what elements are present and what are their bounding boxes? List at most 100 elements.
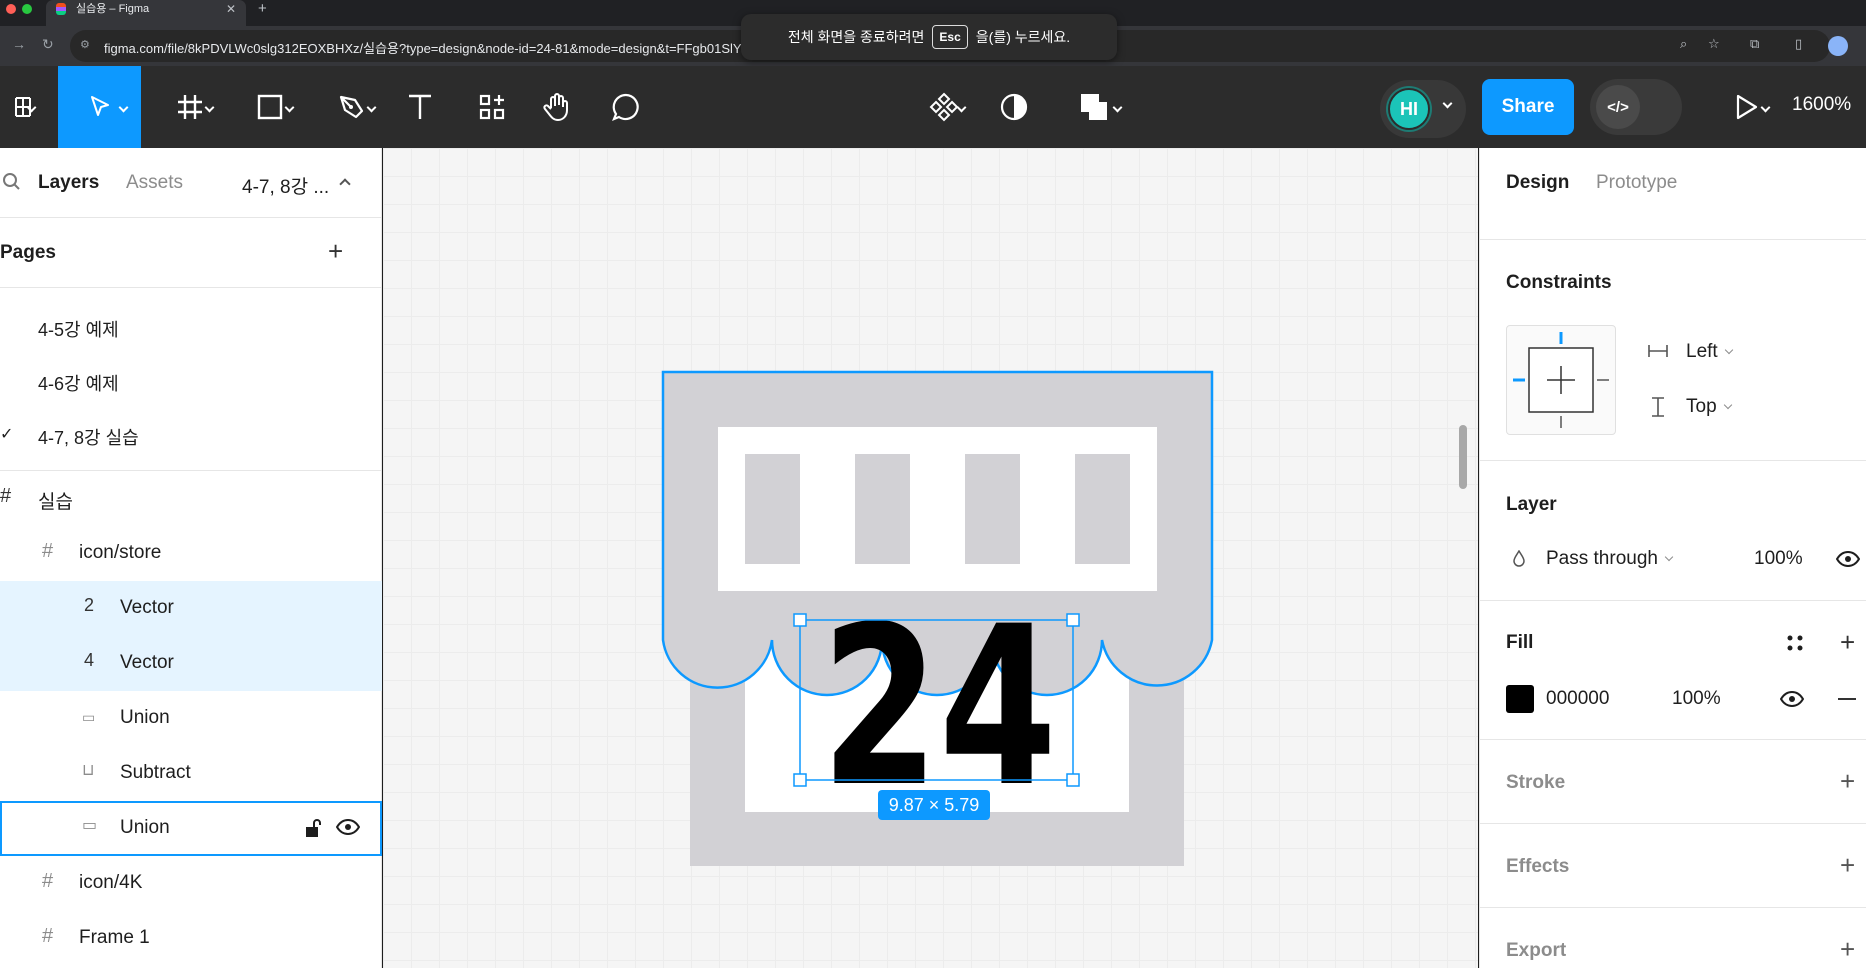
fill-opacity-input[interactable]: 100% (1672, 688, 1721, 710)
extensions-icon[interactable]: ⧉ (1750, 36, 1759, 52)
resize-handle[interactable] (1066, 773, 1080, 787)
panel-tabs: Layers Assets 4-7, 8강 ... (0, 148, 382, 218)
layer-label: Union (120, 817, 170, 838)
add-page-icon[interactable]: + (328, 238, 343, 264)
vertical-constraint-select[interactable]: Top (1686, 396, 1732, 418)
hand-tool-button[interactable] (540, 66, 576, 148)
sign-slot-shape (1075, 454, 1130, 564)
sign-slot-shape (745, 454, 800, 564)
vector-4-icon: 4 (84, 650, 95, 670)
zoom-level[interactable]: 1600% (1792, 94, 1851, 116)
move-tool-button[interactable] (58, 66, 141, 148)
layer-section (1480, 461, 1866, 601)
add-effect-icon[interactable]: + (1840, 852, 1855, 878)
user-avatar[interactable]: HI (1388, 88, 1430, 130)
layer-row[interactable]: # icon/4K (0, 856, 382, 911)
eye-icon[interactable] (1780, 691, 1804, 707)
layer-label: icon/store (79, 542, 162, 563)
add-export-icon[interactable]: + (1840, 936, 1855, 962)
tab-prototype[interactable]: Prototype (1596, 172, 1677, 194)
layer-row-hovered[interactable]: ▭ Union (0, 801, 382, 856)
design-canvas[interactable]: 24 9.87 × 5.79 (383, 148, 1478, 968)
zoom-search-icon[interactable]: ⌕ (1680, 36, 1687, 52)
horizontal-constraint-value: Left (1686, 341, 1718, 362)
page-label: 4-6강 예제 (38, 374, 119, 394)
frame-icon: # (42, 870, 54, 892)
sign-slot-shape (965, 454, 1020, 564)
eye-icon[interactable] (1836, 551, 1860, 567)
text-tool-button[interactable] (402, 66, 438, 148)
reload-icon[interactable]: ↻ (42, 36, 54, 53)
chevron-up-icon[interactable] (339, 178, 351, 190)
browser-tab[interactable]: 실습용 – Figma ✕ (46, 0, 246, 26)
site-info-icon[interactable]: ⚙ (80, 38, 94, 52)
page-item-current[interactable]: ✓ 4-7, 8강 실습 (0, 408, 382, 462)
new-tab-button[interactable]: + (258, 0, 267, 18)
resources-tool-button[interactable] (474, 66, 510, 148)
horizontal-constraint-select[interactable]: Left (1686, 341, 1733, 363)
vertical-constraint-icon (1652, 397, 1664, 417)
stroke-title: Stroke (1506, 772, 1566, 793)
side-panel-icon[interactable]: ▯ (1795, 36, 1802, 52)
tab-layers[interactable]: Layers (38, 172, 99, 194)
layer-row[interactable]: ▭ Union (0, 691, 382, 746)
bookmark-star-icon[interactable]: ☆ (1708, 36, 1720, 52)
layer-row[interactable]: ⊔ Subtract (0, 746, 382, 801)
checkmark-icon: ✓ (0, 426, 14, 443)
share-button[interactable]: Share (1482, 79, 1574, 135)
mask-tool-button[interactable] (996, 66, 1032, 148)
toast-text-after: 을(를) 누르세요. (975, 29, 1071, 45)
current-page-selector[interactable]: 4-7, 8강 ... (242, 172, 329, 199)
layer-label: Vector (120, 652, 174, 673)
blend-drop-icon (1513, 550, 1525, 567)
canvas-vertical-scrollbar[interactable] (1459, 425, 1467, 489)
unlock-icon[interactable] (304, 817, 322, 839)
frame-tool-button[interactable] (160, 66, 220, 148)
resize-handle[interactable] (793, 773, 807, 787)
blend-mode-select[interactable]: Pass through (1546, 548, 1674, 570)
chrome-profile-avatar[interactable] (1828, 36, 1848, 56)
fill-hex-input[interactable]: 000000 (1546, 688, 1609, 710)
page-item[interactable]: 4-5강 예제 (0, 300, 382, 354)
remove-fill-icon[interactable] (1838, 698, 1856, 700)
resize-handle[interactable] (1066, 613, 1080, 627)
fill-title: Fill (1506, 632, 1534, 653)
add-fill-icon[interactable]: + (1840, 629, 1855, 655)
layer-row-selected[interactable]: 2 Vector (0, 581, 382, 636)
layer-row-selected[interactable]: 4 Vector (0, 636, 382, 691)
tab-close-icon[interactable]: ✕ (226, 0, 236, 18)
pages-title: Pages (0, 242, 56, 263)
eye-icon[interactable] (336, 819, 360, 835)
forward-icon[interactable]: → (12, 36, 26, 52)
component-tools-button[interactable] (914, 66, 974, 148)
contrast-half-icon (1000, 93, 1028, 121)
search-icon[interactable] (2, 172, 20, 192)
main-menu-button[interactable] (0, 66, 46, 148)
tab-assets[interactable]: Assets (126, 172, 183, 194)
present-button[interactable] (1716, 66, 1776, 148)
zoom-window-dot[interactable] (22, 4, 32, 14)
pen-tool-button[interactable] (322, 66, 382, 148)
frame-icon: # (42, 925, 54, 947)
layer-row[interactable]: # Frame 1 (0, 911, 382, 966)
page-item[interactable]: 4-6강 예제 (0, 354, 382, 408)
layer-row[interactable]: # 실습 (0, 471, 382, 526)
styles-grid-icon[interactable] (1786, 634, 1804, 652)
frame-icon: # (42, 540, 54, 562)
layer-row[interactable]: # icon/store (0, 526, 382, 581)
resize-handle[interactable] (793, 613, 807, 627)
sign-slot-shape (855, 454, 910, 564)
blend-mode-value: Pass through (1546, 548, 1658, 569)
boolean-tool-button[interactable] (1064, 66, 1124, 148)
store-icon-artwork[interactable]: 24 (383, 148, 1478, 968)
dev-mode-toggle[interactable]: </> (1590, 79, 1682, 135)
left-sidebar: Layers Assets 4-7, 8강 ... Pages + 4-5강 예… (0, 148, 382, 968)
tab-design[interactable]: Design (1506, 172, 1569, 194)
layer-opacity-input[interactable]: 100% (1754, 548, 1803, 570)
constraints-widget[interactable] (1506, 325, 1616, 435)
add-stroke-icon[interactable]: + (1840, 768, 1855, 794)
shape-tool-button[interactable] (240, 66, 300, 148)
close-window-dot[interactable] (6, 4, 16, 14)
fill-color-swatch[interactable] (1506, 685, 1534, 713)
comment-tool-button[interactable] (608, 66, 644, 148)
